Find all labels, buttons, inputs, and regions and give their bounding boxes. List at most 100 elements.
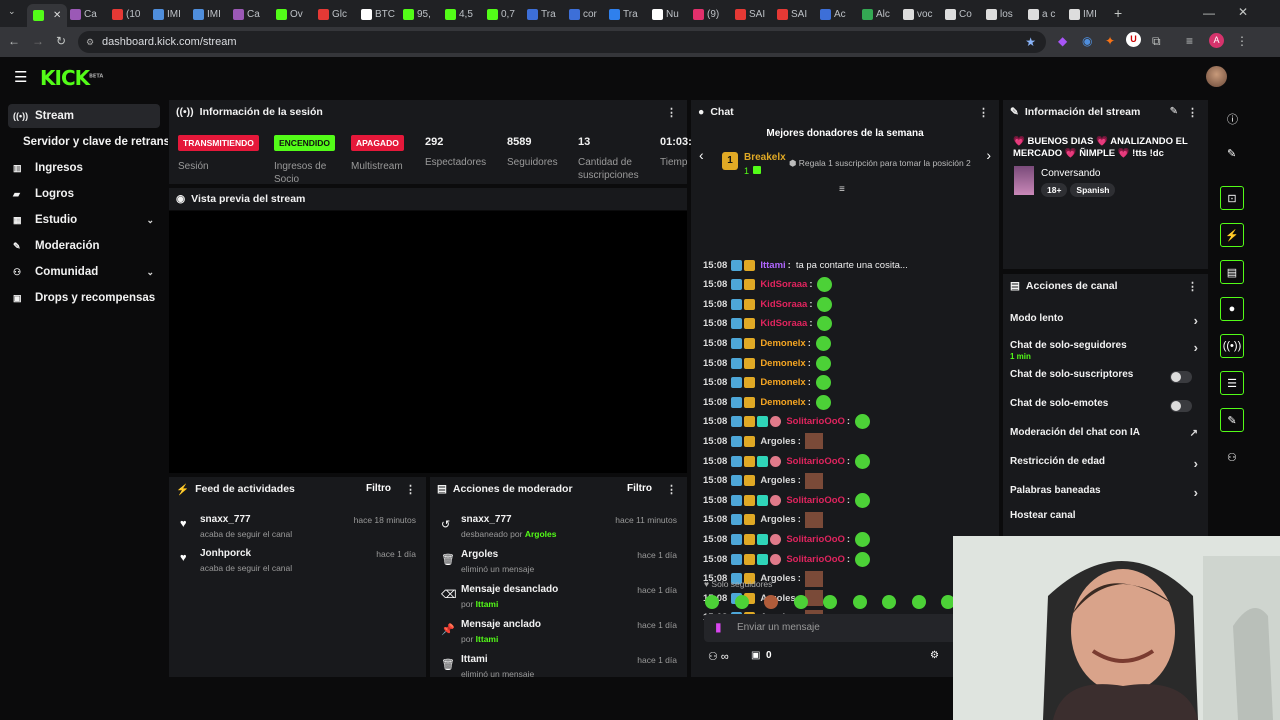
browser-tab[interactable]: cor <box>569 4 605 24</box>
browser-tab[interactable]: IMI <box>193 4 229 24</box>
info-icon[interactable]: ⓘ <box>1227 111 1238 127</box>
emote-icon[interactable] <box>705 595 719 609</box>
chat-message[interactable]: 15:08 Argoles: <box>703 472 823 490</box>
chat-username[interactable]: SolitarioOoO <box>786 416 845 427</box>
chat-message[interactable]: 15:08 SolitarioOoO: <box>703 550 871 568</box>
more-options-icon[interactable]: ⋮ <box>666 483 677 496</box>
tab-search-icon[interactable]: ≡ <box>1186 34 1193 48</box>
bookmark-star-icon[interactable]: ★ <box>1025 31 1036 53</box>
sidebar-item-drops[interactable]: ▣ Drops y recompensas <box>8 286 160 310</box>
profile-avatar[interactable]: A <box>1209 33 1224 48</box>
more-options-icon[interactable]: ⋮ <box>1187 106 1198 119</box>
clips-icon[interactable]: ⊡ <box>1220 186 1244 210</box>
feed-username[interactable]: Jonhporck <box>200 548 251 559</box>
broadcast-icon[interactable]: ((•)) <box>1220 334 1244 358</box>
chat-input[interactable]: ▮ Enviar un mensaje ✕ <box>704 614 994 642</box>
new-tab-icon[interactable]: + <box>1114 5 1122 21</box>
browser-tab[interactable]: los <box>986 4 1022 24</box>
filter-button[interactable]: Filtro <box>627 483 652 494</box>
browser-tab[interactable]: 4,5 <box>445 4 481 24</box>
feed-item[interactable]: ♥ snaxx_777 acaba de seguir el canal hace 1… <box>169 514 426 548</box>
browser-tab[interactable]: Ov <box>276 4 312 24</box>
emote-icon[interactable] <box>734 595 749 609</box>
chat-message[interactable]: 15:08 Demonelx: <box>703 334 831 352</box>
emote-icon[interactable] <box>823 595 837 609</box>
browser-tab[interactable]: Tra <box>527 4 563 24</box>
chat-message[interactable]: 15:08 SolitarioOoO: <box>703 491 871 509</box>
chat-username[interactable]: Argoles <box>760 436 795 447</box>
emote-icon[interactable] <box>911 595 926 609</box>
chat-username[interactable]: Demonelx <box>760 377 805 388</box>
chat-message[interactable]: 15:08 KidSoraaa: <box>703 315 833 333</box>
sidebar-item-ingresos[interactable]: ▥ Ingresos <box>8 156 160 180</box>
chat-message[interactable]: 15:08 Demonelx: <box>703 393 831 411</box>
channel-action-row[interactable]: Modo lento › <box>1010 311 1200 333</box>
chat-username[interactable]: SolitarioOoO <box>786 456 845 467</box>
mod-action-item[interactable]: ⌫ Mensaje desanclado por Ittami hace 1 día <box>430 584 687 618</box>
chat-message[interactable]: 15:08 Demonelx: <box>703 354 831 372</box>
emote-icon[interactable] <box>882 595 896 609</box>
channel-action-row[interactable]: Hostear canal <box>1010 508 1200 530</box>
mod-action-item[interactable]: 🗑 Ittami eliminó un mensaje hace 1 día <box>430 654 687 677</box>
more-options-icon[interactable]: ⋮ <box>666 106 677 119</box>
chevron-right-icon[interactable]: › <box>1194 456 1198 471</box>
sidebar-item-moderación[interactable]: ✎ Moderación <box>8 234 160 258</box>
chat-message[interactable]: 15:08 Argoles: <box>703 511 823 529</box>
chat-username[interactable]: Demonelx <box>760 358 805 369</box>
browser-tab[interactable]: Alc <box>862 4 898 24</box>
browser-tab[interactable]: Ac <box>820 4 856 24</box>
category-thumbnail[interactable] <box>1014 166 1034 195</box>
external-link-icon[interactable]: ↗ <box>1190 428 1198 439</box>
chat-username[interactable]: Demonelx <box>760 397 805 408</box>
sidebar-item-estudio[interactable]: ▦ Estudio ⌄ <box>8 208 160 232</box>
browser-tab[interactable]: Ca <box>70 4 106 24</box>
kick-logo[interactable]: KICKBETA <box>40 66 103 90</box>
browser-tab[interactable]: a c <box>1028 4 1064 24</box>
channel-action-row[interactable]: Moderación del chat con IA ↗ <box>1010 425 1200 447</box>
chevron-down-icon[interactable]: ⌄ <box>146 267 154 278</box>
chat-message[interactable]: 15:08 KidSoraaa: <box>703 276 833 294</box>
chat-username[interactable]: Argoles <box>760 475 795 486</box>
chat-username[interactable]: SolitarioOoO <box>786 554 845 565</box>
chevron-right-icon[interactable]: › <box>1194 485 1198 500</box>
chat-message[interactable]: 15:08 SolitarioOoO: <box>703 413 871 431</box>
hamburger-menu-icon[interactable]: ☰ <box>14 68 27 86</box>
feed-item[interactable]: ♥ Jonhporck acaba de seguir el canal hace 1… <box>169 548 426 582</box>
reload-icon[interactable]: ↻ <box>56 34 66 48</box>
extensions-puzzle-icon[interactable]: ⧉ <box>1152 34 1161 49</box>
chat-username[interactable]: Ittami <box>760 260 785 271</box>
sidebar-item-servidor[interactable]: Servidor y clave de retransmisión <box>8 130 168 154</box>
mod-action-by[interactable]: Ittami <box>476 599 499 609</box>
add-users-icon[interactable]: ⚇ <box>1227 451 1237 464</box>
chat-username[interactable]: SolitarioOoO <box>786 495 845 506</box>
tab-active[interactable]: ✕ <box>27 4 68 27</box>
pencil-icon[interactable]: ✎ <box>1227 147 1236 160</box>
browser-tab[interactable]: (10 <box>112 4 148 24</box>
chat-message[interactable]: 15:08 Demonelx: <box>703 374 831 392</box>
lightning-icon[interactable]: ⚡ <box>1220 223 1244 247</box>
edit-pencil-icon[interactable]: ✎ <box>1170 106 1178 117</box>
back-icon[interactable]: ← <box>8 34 20 48</box>
mod-action-by[interactable]: Ittami <box>476 634 499 644</box>
mod-action-item[interactable]: 📌 Mensaje anclado por Ittami hace 1 día <box>430 619 687 653</box>
emote-icon[interactable] <box>852 595 867 609</box>
donor-name[interactable]: Breakelx <box>744 152 786 163</box>
chat-message[interactable]: 15:08 Argoles: <box>703 432 823 450</box>
channel-action-row[interactable]: Chat de solo-emotes <box>1010 396 1200 418</box>
forward-icon[interactable]: → <box>32 34 44 48</box>
user-avatar[interactable] <box>1206 66 1227 87</box>
mic-icon[interactable]: ▮ <box>715 620 722 634</box>
extension-icon[interactable]: ✦ <box>1105 34 1115 48</box>
more-options-icon[interactable]: ⋮ <box>1187 280 1198 293</box>
mod-action-by[interactable]: Argoles <box>525 529 557 539</box>
browser-tab[interactable]: BTC <box>361 4 397 24</box>
chat-icon[interactable]: ● <box>1220 297 1244 321</box>
mod-action-item[interactable]: 🗑 Argoles eliminó un mensaje hace 1 día <box>430 549 687 583</box>
tag-chip[interactable]: 18+ <box>1041 183 1068 197</box>
mod-action-item[interactable]: ↺ snaxx_777 desbaneado por Argoles hace 11 … <box>430 514 687 548</box>
channel-action-row[interactable]: Palabras baneadas › <box>1010 483 1200 505</box>
chat-username[interactable]: Demonelx <box>760 338 805 349</box>
more-options-icon[interactable]: ⋮ <box>978 106 989 119</box>
gift-box-icon[interactable]: ▣ <box>751 650 760 661</box>
wrench-icon[interactable]: ✎ <box>1220 408 1244 432</box>
